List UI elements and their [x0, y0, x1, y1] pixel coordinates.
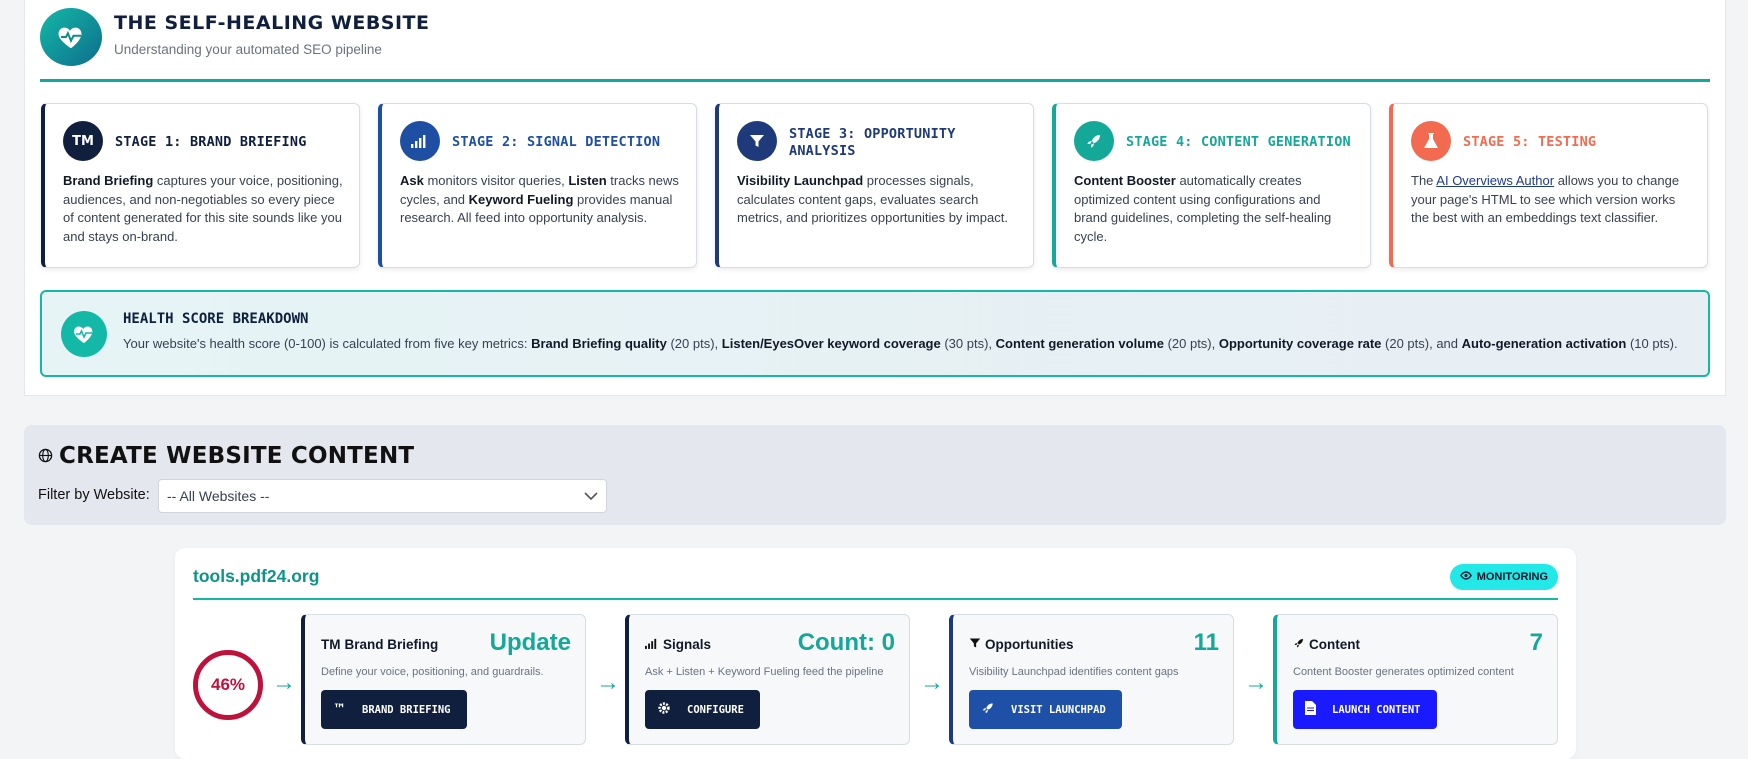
create-content-panel: CREATE WEBSITE CONTENT Filter by Website…	[24, 425, 1726, 525]
globe-icon	[38, 443, 53, 469]
arrow-right-icon: →	[596, 669, 620, 696]
stage-description[interactable]: The AI Overviews Author allows you to ch…	[1411, 172, 1693, 228]
filter-label: Filter by Website:	[38, 487, 150, 503]
button-label: LAUNCH CONTENT	[1332, 703, 1421, 716]
page-subtitle: Understanding your automated SEO pipelin…	[114, 42, 382, 57]
button-label: VISIT LAUNCHPAD	[1011, 703, 1106, 716]
page-title: THE SELF-HEALING WEBSITE	[114, 12, 430, 34]
brand-briefing-button[interactable]: ™ BRAND BRIEFING	[321, 690, 467, 729]
signal-bars-icon	[400, 121, 440, 161]
step-opportunities: Opportunities 11 Visibility Launchpad id…	[949, 614, 1234, 745]
step-name: Content	[1293, 637, 1360, 652]
step-name-text: Opportunities	[985, 637, 1074, 652]
stage-description: Brand Briefing captures your voice, posi…	[63, 173, 343, 245]
stage-description: Content Booster automatically creates op…	[1074, 173, 1332, 245]
step-description: Content Booster generates optimized cont…	[1293, 666, 1514, 678]
website-filter-select[interactable]: -- All Websites --	[158, 479, 607, 513]
status-badge: MONITORING	[1449, 564, 1558, 590]
heart-pulse-icon	[40, 8, 102, 66]
button-label: CONFIGURE	[687, 703, 744, 716]
step-signals: Signals Count: 0 Ask + Listen + Keyword …	[625, 614, 910, 745]
step-content: Content 7 Content Booster generates opti…	[1273, 614, 1558, 745]
status-badge-label: MONITORING	[1476, 571, 1548, 583]
filter-icon	[969, 637, 981, 652]
section-title-text: CREATE WEBSITE CONTENT	[59, 443, 415, 469]
step-name: TM Brand Briefing	[321, 637, 438, 652]
step-value: 7	[1529, 629, 1543, 656]
arrow-right-icon: →	[272, 669, 296, 696]
stage-card-brand-briefing: TM STAGE 1: BRAND BRIEFING Brand Briefin…	[41, 103, 360, 268]
stage-title: STAGE 5: TESTING	[1463, 134, 1597, 150]
eye-icon	[1459, 571, 1472, 583]
site-divider	[193, 598, 1558, 600]
rocket-icon	[1293, 637, 1305, 652]
step-description: Define your voice, positioning, and guar…	[321, 666, 544, 678]
button-label: BRAND BRIEFING	[362, 703, 451, 716]
health-title: HEALTH SCORE BREAKDOWN	[123, 311, 309, 327]
arrow-right-icon: →	[920, 669, 944, 696]
trademark-icon: TM	[63, 121, 103, 161]
visit-launchpad-button[interactable]: VISIT LAUNCHPAD	[969, 690, 1122, 729]
stage-description: Visibility Launchpad processes signals, …	[737, 173, 1008, 226]
stage-description: Ask monitors visitor queries, Listen tra…	[400, 173, 679, 226]
stage-card-opportunity-analysis: STAGE 3: OPPORTUNITY ANALYSIS Visibility…	[715, 103, 1034, 268]
website-card: tools.pdf24.org MONITORING 46% → TM Brand…	[175, 548, 1576, 759]
step-description: Visibility Launchpad identifies content …	[969, 666, 1179, 678]
website-name[interactable]: tools.pdf24.org	[193, 566, 319, 587]
health-score-circle: 46%	[193, 650, 263, 720]
flask-icon	[1411, 121, 1451, 161]
health-score-breakdown: HEALTH SCORE BREAKDOWN Your website's he…	[40, 290, 1710, 377]
step-value: Count: 0	[797, 629, 895, 656]
step-value: 11	[1193, 629, 1219, 656]
step-name-text: Brand Briefing	[344, 637, 439, 652]
heart-pulse-icon	[61, 311, 107, 357]
stage-title: STAGE 4: CONTENT GENERATION	[1126, 134, 1351, 150]
step-name-text: Signals	[663, 637, 712, 652]
rocket-icon	[1074, 121, 1114, 161]
rocket-icon	[981, 701, 995, 718]
health-description: Your website's health score (0-100) is c…	[123, 336, 1678, 351]
step-description: Ask + Listen + Keyword Fueling feed the …	[645, 666, 884, 678]
stage-title: STAGE 3: OPPORTUNITY ANALYSIS	[789, 126, 956, 159]
document-icon	[1305, 701, 1316, 718]
arrow-right-icon: →	[1244, 669, 1268, 696]
signal-bars-icon	[645, 637, 659, 652]
header-divider	[40, 79, 1710, 82]
stage-card-signal-detection: STAGE 2: SIGNAL DETECTION Ask monitors v…	[378, 103, 697, 268]
step-name-text: Content	[1309, 637, 1360, 652]
stage-title: STAGE 2: SIGNAL DETECTION	[452, 134, 661, 150]
launch-content-button[interactable]: LAUNCH CONTENT	[1293, 690, 1437, 729]
step-brand-briefing: TM Brand Briefing Update Define your voic…	[301, 614, 586, 745]
gear-icon	[657, 701, 671, 718]
chevron-down-icon	[584, 488, 598, 504]
configure-button[interactable]: CONFIGURE	[645, 690, 760, 729]
filter-icon	[737, 121, 777, 161]
step-name: Signals	[645, 637, 711, 652]
section-title: CREATE WEBSITE CONTENT	[38, 443, 414, 469]
filter-selected-value: -- All Websites --	[167, 488, 270, 504]
stage-title: STAGE 1: BRAND BRIEFING	[115, 134, 307, 150]
step-name: Opportunities	[969, 637, 1074, 652]
stage-card-content-generation: STAGE 4: CONTENT GENERATION Content Boos…	[1052, 103, 1371, 268]
step-value: Update	[489, 629, 571, 656]
trademark-icon: ™	[333, 702, 346, 717]
trademark-icon: TM	[321, 637, 341, 652]
stage-card-testing: STAGE 5: TESTING The AI Overviews Author…	[1389, 103, 1708, 268]
